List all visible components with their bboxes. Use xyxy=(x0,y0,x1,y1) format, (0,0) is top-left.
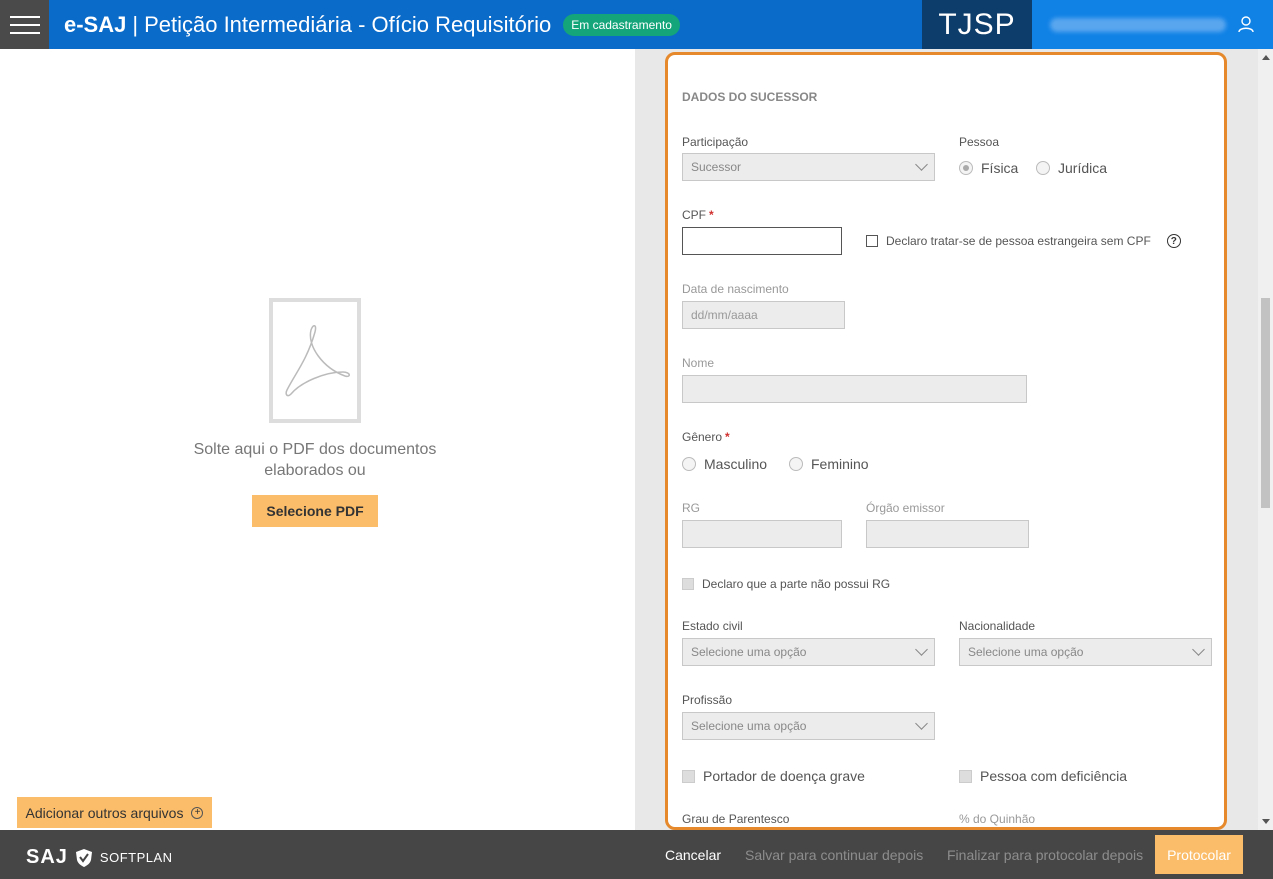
radio-feminino[interactable]: Feminino xyxy=(789,456,869,472)
user-name-blurred xyxy=(1050,17,1226,32)
cpf-label-text: CPF xyxy=(682,208,706,222)
user-icon[interactable] xyxy=(1237,15,1255,33)
radio-feminino-dot[interactable] xyxy=(789,457,803,471)
genero-label-text: Gênero xyxy=(682,430,723,444)
radio-juridica-dot[interactable] xyxy=(1036,161,1050,175)
brand-esaj: e-SAJ xyxy=(64,11,127,37)
hamburger-menu-icon[interactable] xyxy=(0,0,49,49)
rg-label: RG xyxy=(682,501,700,515)
logo-softplan: SOFTPLAN xyxy=(99,850,173,865)
finalize-later-button[interactable]: Finalizar para protocolar depois xyxy=(947,830,1143,879)
no-rg-label: Declaro que a parte não possui RG xyxy=(702,577,891,591)
nome-label: Nome xyxy=(682,356,715,370)
cancel-button[interactable]: Cancelar xyxy=(665,830,721,879)
radio-fisica[interactable]: Física xyxy=(959,160,1018,176)
genero-label: Gênero * xyxy=(682,430,730,444)
deficiencia-label: Pessoa com deficiência xyxy=(980,768,1128,784)
bottom-action-bar: SAJ SOFTPLAN Cancelar Salvar para contin… xyxy=(0,830,1273,879)
nome-input[interactable] xyxy=(682,375,1027,403)
participacao-label: Participação xyxy=(682,135,749,149)
app-brand: e-SAJ | Petição Intermediária - Ofício R… xyxy=(64,12,551,38)
user-menu[interactable] xyxy=(1032,0,1273,49)
foreign-no-cpf-label: Declaro tratar-se de pessoa estrangeira … xyxy=(886,234,1151,248)
select-pdf-button[interactable]: Selecione PDF xyxy=(252,495,378,527)
nascimento-label: Data de nascimento xyxy=(682,282,789,296)
cpf-label: CPF * xyxy=(682,208,714,222)
profissao-select[interactable]: Selecione uma opção xyxy=(682,712,935,740)
status-badge: Em cadastramento xyxy=(563,13,680,36)
required-asterisk: * xyxy=(725,430,730,444)
pdf-document-icon xyxy=(269,298,361,423)
pdf-drop-panel[interactable]: Solte aqui o PDF dos documentos elaborad… xyxy=(0,49,635,830)
doenca-grave-checkbox[interactable]: Portador de doença grave xyxy=(682,768,865,784)
scroll-thumb[interactable] xyxy=(1261,298,1270,508)
chevron-down-icon xyxy=(915,643,928,656)
section-title: DADOS DO SUCESSOR xyxy=(682,90,818,104)
scroll-up-arrow-icon[interactable] xyxy=(1262,55,1270,60)
orgao-label: Órgão emissor xyxy=(866,501,945,515)
logo-saj: SAJ xyxy=(26,846,68,868)
nacionalidade-label: Nacionalidade xyxy=(959,619,1036,633)
successor-form-card: DADOS DO SUCESSOR Participação Sucessor … xyxy=(665,52,1227,830)
scroll-down-arrow-icon[interactable] xyxy=(1262,819,1270,824)
radio-masculino-dot[interactable] xyxy=(682,457,696,471)
radio-fisica-dot[interactable] xyxy=(959,161,973,175)
profissao-value: Selecione uma opção xyxy=(691,719,807,733)
add-other-files-button[interactable]: Adicionar outros arquivos + xyxy=(17,797,212,828)
chevron-down-icon xyxy=(915,158,928,171)
court-logo: TJSP xyxy=(922,0,1032,49)
radio-masculino-label: Masculino xyxy=(704,456,768,472)
estado-civil-value: Selecione uma opção xyxy=(691,645,807,659)
radio-feminino-label: Feminino xyxy=(811,456,869,472)
saj-softplan-logo: SAJ SOFTPLAN xyxy=(26,846,173,869)
checkbox-box[interactable] xyxy=(866,235,878,247)
checkbox-box[interactable] xyxy=(959,769,972,783)
scrollbar[interactable] xyxy=(1258,49,1273,830)
pessoa-label: Pessoa xyxy=(959,135,1000,149)
softplan-shield-icon xyxy=(75,848,92,867)
rg-input[interactable] xyxy=(682,520,842,548)
nacionalidade-select[interactable]: Selecione uma opção xyxy=(959,638,1212,666)
radio-masculino[interactable]: Masculino xyxy=(682,456,767,472)
no-rg-checkbox[interactable]: Declaro que a parte não possui RG xyxy=(682,577,890,591)
save-continue-later-button[interactable]: Salvar para continuar depois xyxy=(745,830,923,879)
plus-circle-icon: + xyxy=(191,806,204,819)
deficiencia-checkbox[interactable]: Pessoa com deficiência xyxy=(959,768,1127,784)
foreign-no-cpf-checkbox[interactable]: Declaro tratar-se de pessoa estrangeira … xyxy=(866,234,1181,248)
radio-juridica[interactable]: Jurídica xyxy=(1036,160,1107,176)
profissao-label: Profissão xyxy=(682,693,733,707)
checkbox-box[interactable] xyxy=(682,578,694,590)
grau-parentesco-label: Grau de Parentesco xyxy=(682,812,790,826)
help-icon[interactable]: ? xyxy=(1166,234,1181,248)
chevron-down-icon xyxy=(1192,643,1205,656)
page-title: Petição Intermediária - Ofício Requisitó… xyxy=(144,11,552,37)
orgao-input[interactable] xyxy=(866,520,1029,548)
drop-instructions: Solte aqui o PDF dos documentos elaborad… xyxy=(193,441,437,479)
participacao-value: Sucessor xyxy=(691,160,742,174)
estado-civil-select[interactable]: Selecione uma opção xyxy=(682,638,935,666)
doenca-grave-label: Portador de doença grave xyxy=(703,768,865,784)
estado-civil-label: Estado civil xyxy=(682,619,743,633)
cpf-input[interactable] xyxy=(682,227,842,255)
radio-fisica-label: Física xyxy=(981,160,1019,176)
add-files-label: Adicionar outros arquivos xyxy=(25,804,184,821)
chevron-down-icon xyxy=(915,717,928,730)
required-asterisk: * xyxy=(709,208,714,222)
brand-separator: | xyxy=(132,11,139,37)
participacao-select[interactable]: Sucessor xyxy=(682,153,935,181)
nacionalidade-value: Selecione uma opção xyxy=(968,645,1084,659)
checkbox-box[interactable] xyxy=(682,769,695,783)
protocol-button[interactable]: Protocolar xyxy=(1155,835,1243,874)
quinhao-label: % do Quinhão xyxy=(959,812,1036,826)
nascimento-input[interactable]: dd/mm/aaaa xyxy=(682,301,845,329)
radio-juridica-label: Jurídica xyxy=(1058,160,1108,176)
